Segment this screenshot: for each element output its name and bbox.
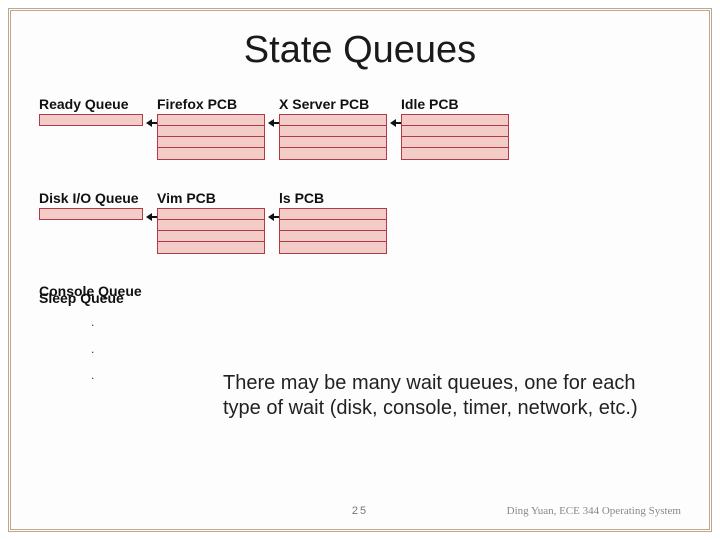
explanatory-note: There may be many wait queues, one for e… xyxy=(223,371,653,421)
diskio-queue-head-box xyxy=(39,208,143,220)
ready-queue-head-box xyxy=(39,114,143,126)
pcb-slot xyxy=(280,115,386,126)
pcb-box xyxy=(157,114,265,160)
pcb-slot xyxy=(158,209,264,220)
pcb-box xyxy=(279,208,387,254)
pcb-slot xyxy=(158,137,264,148)
pcb-slot xyxy=(402,148,508,159)
pcb-slot xyxy=(402,126,508,137)
pcb-slot xyxy=(158,231,264,242)
pcb-slot xyxy=(158,126,264,137)
pcb-slot xyxy=(280,126,386,137)
diskio-queue-row: Disk I/O Queue Vim PCB ls PCB xyxy=(39,190,681,254)
pcb-ls: ls PCB xyxy=(279,190,393,254)
pcb-firefox: Firefox PCB xyxy=(157,96,271,160)
pcb-xserver: X Server PCB xyxy=(279,96,393,160)
pcb-slot xyxy=(280,242,386,253)
pcb-slot xyxy=(402,115,508,126)
diskio-queue-head: Disk I/O Queue xyxy=(39,190,149,220)
pcb-label: Firefox PCB xyxy=(157,96,271,112)
pcb-label: Vim PCB xyxy=(157,190,271,206)
ready-queue-row: Ready Queue Firefox PCB X Server PCB xyxy=(39,96,681,160)
pcb-slot xyxy=(402,137,508,148)
ready-queue-head: Ready Queue xyxy=(39,96,149,126)
page-number: 25 xyxy=(352,505,368,517)
pcb-slot xyxy=(158,115,264,126)
pcb-slot xyxy=(158,148,264,159)
pcb-label: X Server PCB xyxy=(279,96,393,112)
slide-footer: 25 Ding Yuan, ECE 344 Operating System xyxy=(11,505,709,517)
pcb-idle: Idle PCB xyxy=(401,96,515,160)
diskio-queue-label: Disk I/O Queue xyxy=(39,190,149,206)
pcb-slot xyxy=(280,209,386,220)
pcb-box xyxy=(401,114,509,160)
pcb-box xyxy=(279,114,387,160)
pcb-slot xyxy=(158,242,264,253)
pcb-slot xyxy=(280,148,386,159)
pcb-slot xyxy=(280,220,386,231)
pcb-slot xyxy=(158,220,264,231)
pcb-box xyxy=(157,208,265,254)
pcb-slot xyxy=(280,231,386,242)
pcb-label: ls PCB xyxy=(279,190,393,206)
queues-diagram: Ready Queue Firefox PCB X Server PCB xyxy=(11,96,709,254)
pcb-slot xyxy=(280,137,386,148)
pcb-label: Idle PCB xyxy=(401,96,515,112)
slide-title: State Queues xyxy=(11,29,709,72)
pcb-vim: Vim PCB xyxy=(157,190,271,254)
attribution: Ding Yuan, ECE 344 Operating System xyxy=(507,505,681,517)
slide-frame: State Queues Ready Queue Firefox PCB X xyxy=(8,8,712,532)
ready-queue-label: Ready Queue xyxy=(39,96,149,112)
